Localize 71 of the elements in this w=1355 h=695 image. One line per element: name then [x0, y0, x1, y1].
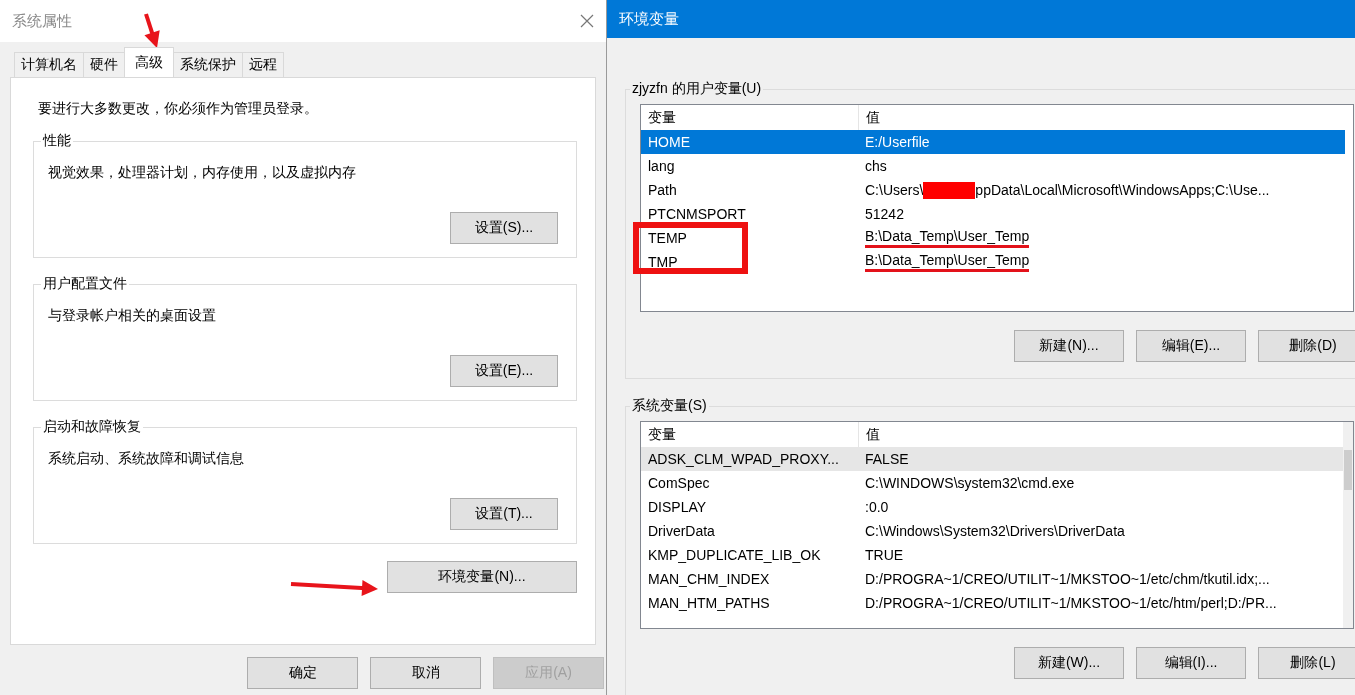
list-row[interactable]: TEMP B:\Data_Temp\User_Temp	[641, 226, 1353, 250]
annotation-arrow	[144, 13, 160, 48]
tab[interactable]: 高级	[124, 47, 174, 77]
notice-text: 要进行大多数更改，你必须作为管理员登录。	[38, 100, 319, 118]
scrollbar[interactable]	[1343, 422, 1353, 628]
group-description: 与登录帐户相关的桌面设置	[48, 307, 217, 325]
variable-value: C:\WINDOWS\system32\cmd.exe	[865, 475, 1075, 491]
variable-value: C:\Windows\System32\Drivers\DriverData	[865, 523, 1125, 539]
settings-button[interactable]: 设置(S)...	[450, 212, 558, 244]
column-header[interactable]: 值	[859, 108, 880, 127]
variable-name: KMP_DUPLICATE_LIB_OK	[647, 547, 822, 563]
settings-button[interactable]: 设置(E)...	[450, 355, 558, 387]
list-row[interactable]: MAN_CHM_INDEX D:/PROGRA~1/CREO/UTILIT~1/MKSTOO~1/etc/chm/tkutil.idx;...	[641, 567, 1343, 591]
list-row[interactable]: TMP B:\Data_Temp\User_Temp	[641, 250, 1353, 274]
list-button[interactable]: 编辑(E)...	[1136, 330, 1246, 362]
tab[interactable]: 计算机名	[14, 52, 84, 77]
variable-value: TRUE	[865, 547, 904, 563]
variable-name: HOME	[647, 134, 691, 150]
environment-variables-button[interactable]: 环境变量(N)...	[387, 561, 577, 593]
list-row[interactable]: PTCNMSPORT 51242	[641, 202, 1353, 226]
variable-name: MAN_CHM_INDEX	[647, 571, 771, 587]
variable-value: D:/PROGRA~1/CREO/UTILIT~1/MKSTOO~1/etc/htm/perl;D:/PR...	[865, 595, 1277, 611]
variable-value: chs	[865, 158, 887, 174]
list-button[interactable]: 新建(N)...	[1014, 330, 1124, 362]
list-button[interactable]: 编辑(I)...	[1136, 647, 1246, 679]
list-row[interactable]: ComSpec C:\WINDOWS\system32\cmd.exe	[641, 471, 1343, 495]
group-description: 系统启动、系统故障和调试信息	[48, 450, 245, 468]
group-title: 用户配置文件	[42, 275, 128, 293]
list-row[interactable]: lang chs	[641, 154, 1353, 178]
list-button[interactable]: 新建(W)...	[1014, 647, 1124, 679]
window-title: 环境变量	[619, 9, 679, 29]
list-row[interactable]: Path C:\Users\ ppData\Local\Microsoft\WindowsApps;C:\Use...	[641, 178, 1353, 202]
group-title: 启动和故障恢复	[42, 418, 142, 436]
variable-value: 51242	[865, 206, 904, 222]
variable-value: B:\Data_Temp\User_Temp	[865, 252, 1030, 272]
close-icon[interactable]	[580, 14, 594, 28]
variable-name: MAN_HTM_PATHS	[647, 595, 771, 611]
variable-name: DriverData	[647, 523, 716, 539]
group-description: 视觉效果，处理器计划，内存使用，以及虚拟内存	[48, 164, 357, 182]
column-header[interactable]: 值	[859, 425, 880, 444]
variable-name: lang	[647, 158, 676, 174]
group-title: 系统变量(S)	[631, 397, 708, 415]
list-row[interactable]: HOME E:/Userfile	[641, 130, 1345, 154]
dialog-button[interactable]: 确定	[247, 657, 358, 689]
list-button[interactable]: 删除(L)	[1258, 647, 1355, 679]
variable-name: DISPLAY	[647, 499, 708, 515]
list-row[interactable]: DriverData C:\Windows\System32\Drivers\DriverData	[641, 519, 1343, 543]
variable-value: C:\Users\	[865, 182, 924, 198]
tab[interactable]: 远程	[242, 52, 284, 77]
variable-value: FALSE	[865, 451, 909, 467]
variable-name: TMP	[647, 254, 679, 270]
variable-value: E:/Userfile	[865, 134, 930, 150]
variable-name: ComSpec	[647, 475, 711, 491]
variable-value: ppData\Local\Microsoft\WindowsApps;C:\Use...	[975, 182, 1270, 198]
group-title: zjyzfn 的用户变量(U)	[631, 80, 763, 98]
list-row[interactable]: DISPLAY :0.0	[641, 495, 1343, 519]
list-row[interactable]: KMP_DUPLICATE_LIB_OK TRUE	[641, 543, 1343, 567]
variable-name: Path	[647, 182, 678, 198]
variable-name: ADSK_CLM_WPAD_PROXY...	[647, 451, 840, 467]
list-row[interactable]: MAN_HTM_PATHS D:/PROGRA~1/CREO/UTILIT~1/MKSTOO~1/etc/htm/perl;D:/PR...	[641, 591, 1343, 615]
variable-value: B:\Data_Temp\User_Temp	[865, 228, 1030, 248]
settings-button[interactable]: 设置(T)...	[450, 498, 558, 530]
list-row[interactable]: ADSK_CLM_WPAD_PROXY... FALSE	[641, 447, 1343, 471]
variable-value: D:/PROGRA~1/CREO/UTILIT~1/MKSTOO~1/etc/chm/tkutil.idx;...	[865, 571, 1270, 587]
variable-value: :0.0	[865, 499, 889, 515]
window-title: 系统属性	[12, 11, 72, 31]
list-button[interactable]: 删除(D)	[1258, 330, 1355, 362]
group-title: 性能	[41, 132, 72, 150]
variable-name: PTCNMSPORT	[647, 206, 747, 222]
variable-name: TEMP	[647, 230, 688, 246]
dialog-button[interactable]: 取消	[370, 657, 481, 689]
